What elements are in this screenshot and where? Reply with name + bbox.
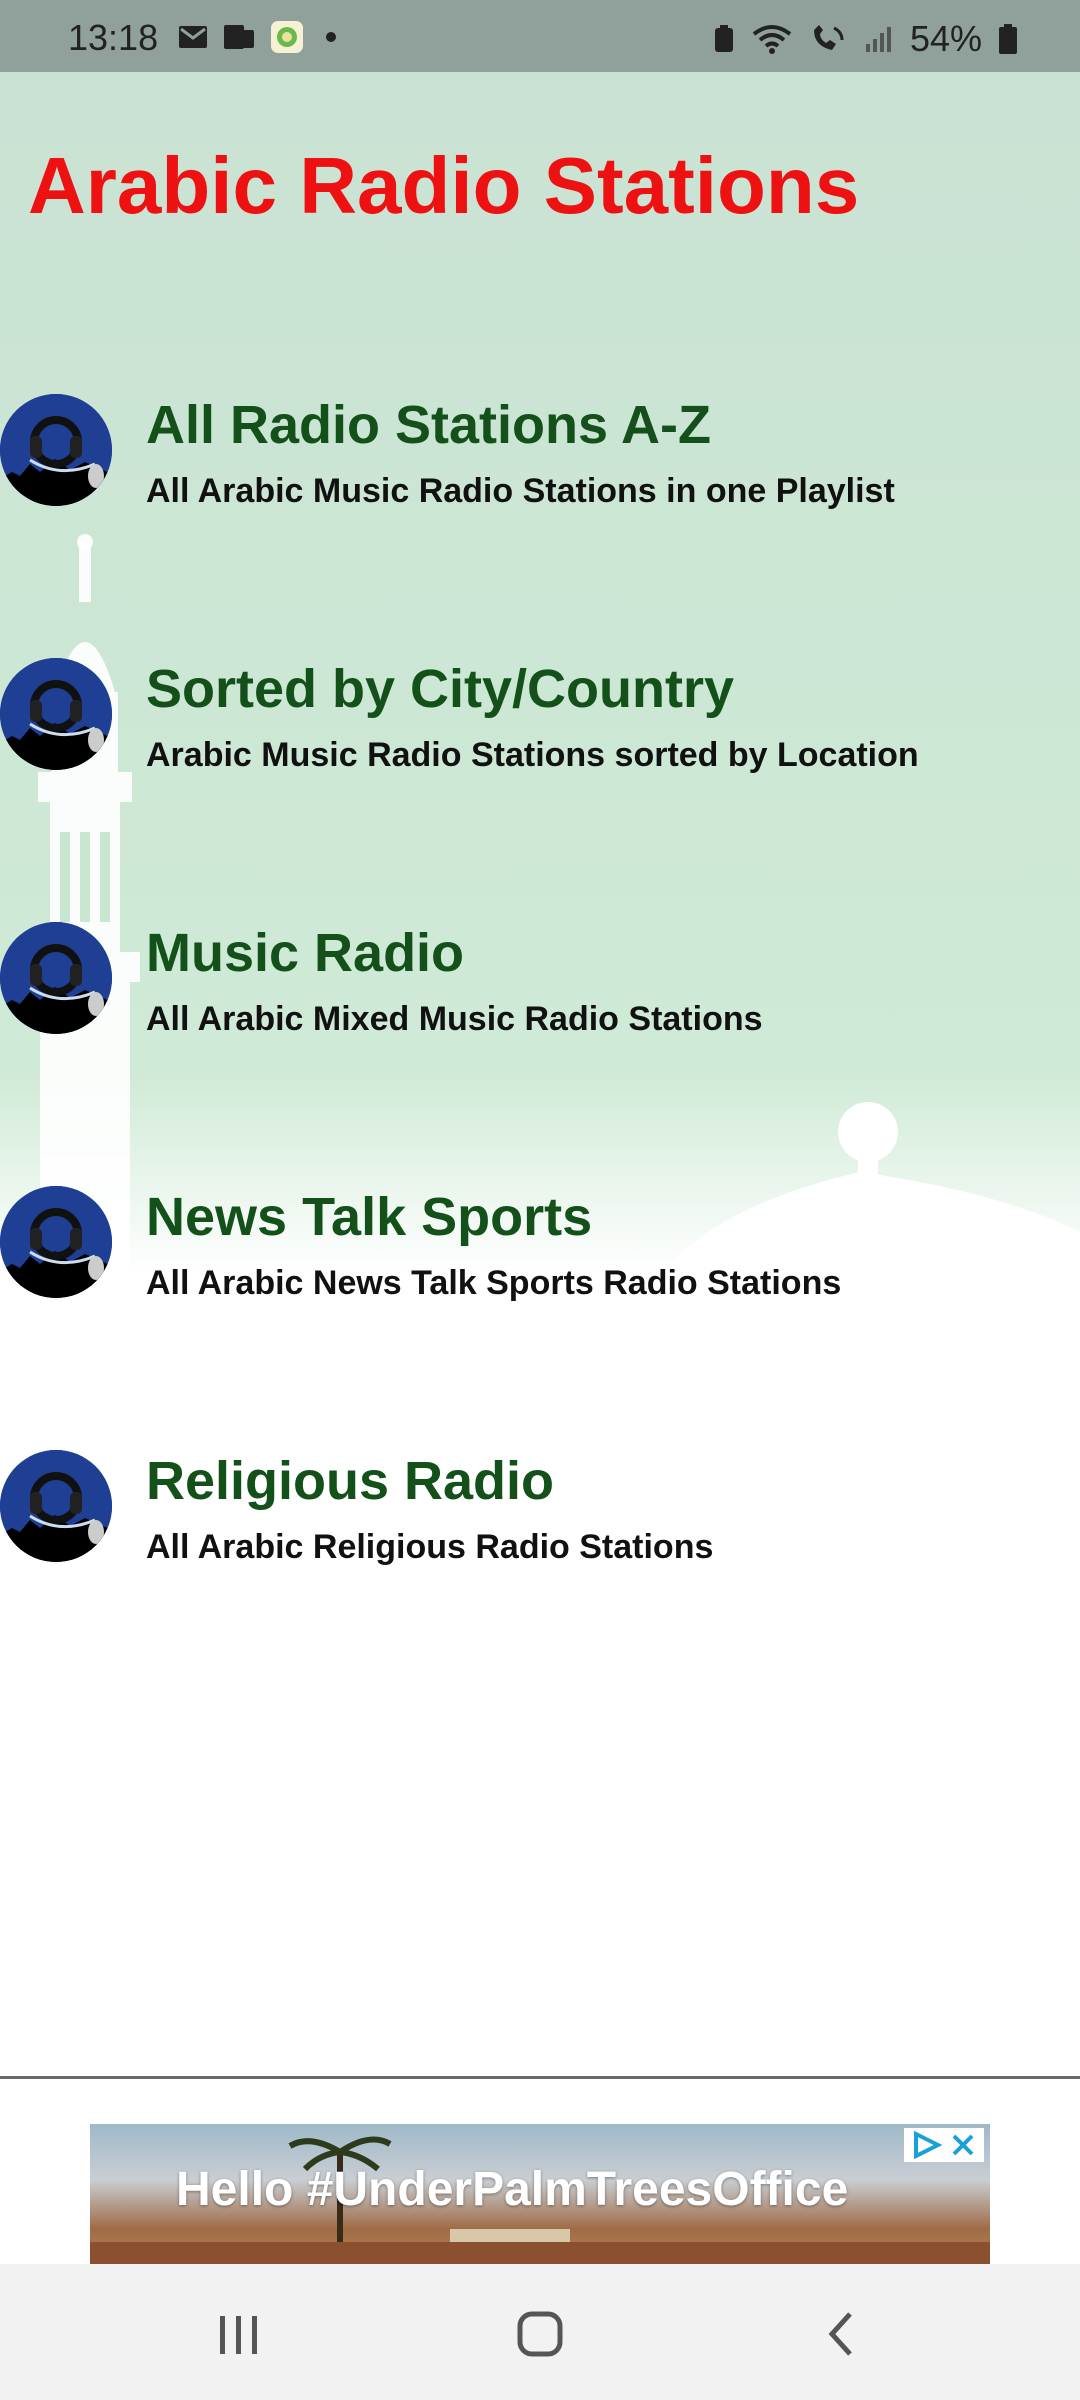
- page-title: Arabic Radio Stations: [28, 141, 860, 230]
- recent-apps-icon[interactable]: [208, 2304, 268, 2364]
- item-subtitle: All Arabic Religious Radio Stations: [146, 1528, 714, 1566]
- radio-headphones-icon: [0, 658, 112, 770]
- battery-percent: 54%: [909, 18, 982, 59]
- navigation-bar: [0, 2264, 1080, 2400]
- radio-headphones-icon: [0, 1450, 112, 1562]
- status-bar: 13:18 54%: [0, 0, 1080, 72]
- app-icon: [271, 21, 303, 53]
- adchoices-icon[interactable]: [910, 2130, 944, 2160]
- item-title: Music Radio: [146, 923, 465, 983]
- ad-text: Hello #UnderPalmTreesOffice: [176, 2163, 849, 2216]
- item-title: All Radio Stations A-Z: [146, 395, 711, 455]
- home-icon[interactable]: [510, 2304, 570, 2364]
- wifi-calling-icon: [813, 25, 844, 50]
- list-item-music-radio[interactable]: Music Radio All Arabic Mixed Music Radio…: [0, 922, 1080, 1082]
- mail-icon: [179, 26, 207, 48]
- radio-headphones-icon: [0, 922, 112, 1034]
- ad-banner[interactable]: Hello #UnderPalmTreesOffice: [90, 2124, 990, 2264]
- item-title: Sorted by City/Country: [146, 659, 735, 719]
- item-subtitle: All Arabic Music Radio Stations in one P…: [146, 472, 895, 510]
- item-title: News Talk Sports: [146, 1187, 593, 1247]
- item-subtitle: All Arabic News Talk Sports Radio Statio…: [146, 1264, 842, 1302]
- wifi-icon: [752, 25, 792, 54]
- sim-icon: [224, 25, 254, 49]
- item-subtitle: All Arabic Mixed Music Radio Stations: [146, 1000, 763, 1038]
- status-time: 13:18: [68, 17, 159, 58]
- list-item-all-stations[interactable]: All Radio Stations A-Z All Arabic Music …: [0, 394, 1080, 554]
- ad-controls: [904, 2128, 984, 2162]
- main-background: Arabic Radio Stations All Radio Stations…: [0, 72, 1080, 2077]
- list-item-news-talk-sports[interactable]: News Talk Sports All Arabic News Talk Sp…: [0, 1186, 1080, 1346]
- list-item-religious-radio[interactable]: Religious Radio All Arabic Religious Rad…: [0, 1450, 1080, 1610]
- notification-dot-icon: [326, 32, 336, 42]
- item-title: Religious Radio: [146, 1451, 555, 1511]
- item-subtitle: Arabic Music Radio Stations sorted by Lo…: [146, 736, 919, 774]
- battery-icon: [999, 24, 1017, 54]
- back-icon[interactable]: [812, 2304, 872, 2364]
- signal-icon: [865, 27, 891, 52]
- ad-divider: [0, 2076, 1080, 2079]
- radio-headphones-icon: [0, 1186, 112, 1298]
- battery-saver-icon: [714, 25, 733, 52]
- close-icon[interactable]: [948, 2130, 978, 2160]
- list-item-sorted-by-location[interactable]: Sorted by City/Country Arabic Music Radi…: [0, 658, 1080, 818]
- radio-headphones-icon: [0, 394, 112, 506]
